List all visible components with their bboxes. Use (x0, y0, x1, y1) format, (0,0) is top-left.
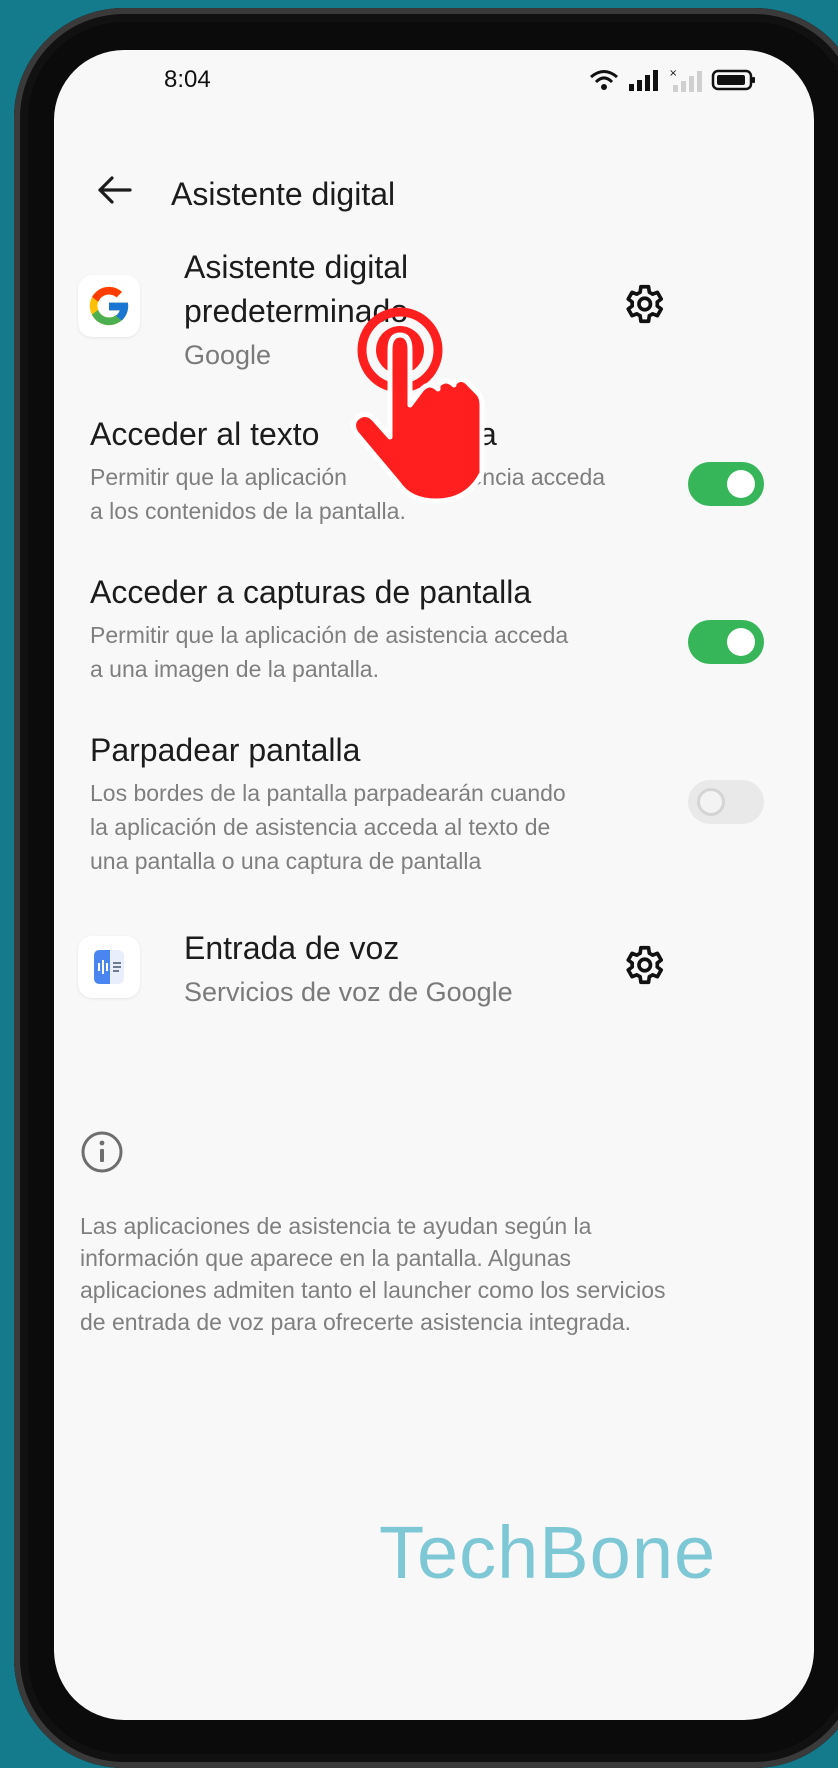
info-icon (81, 1131, 123, 1173)
access-screen-text-desc: Permitir que la aplicación sistencia acc… (90, 460, 610, 528)
default-assistant-title-line1: Asistente digital (184, 249, 409, 285)
access-screenshots-row[interactable]: Acceder a capturas de pantalla Permitir … (54, 570, 814, 690)
flash-screen-row[interactable]: Parpadear pantalla Los bordes de la pant… (54, 728, 814, 878)
status-bar: 8:04 × (54, 50, 814, 110)
footer-line2: información que aparece en la pantalla. … (80, 1245, 572, 1271)
default-assistant-row[interactable]: Asistente digital predeterminado Google (54, 235, 814, 375)
page-title: Asistente digital (171, 176, 396, 212)
flash-screen-desc-line3: una pantalla o una captura de pantalla (90, 848, 482, 874)
watermark: TechBone (379, 1511, 717, 1594)
back-arrow-icon[interactable] (94, 170, 134, 210)
voice-input-row[interactable]: Entrada de voz Servicios de voz de Googl… (54, 920, 814, 1030)
app-bar: Asistente digital (54, 150, 814, 230)
flash-screen-desc-line2: la aplicación de asistencia acceda al te… (90, 814, 551, 840)
flash-screen-title: Parpadear pantalla (90, 732, 361, 768)
toggle-knob (727, 470, 755, 498)
footer-line4: de entrada de voz para ofrecerte asisten… (80, 1309, 632, 1335)
voice-input-subtitle: Servicios de voz de Google (184, 977, 513, 1007)
voice-input-text: Entrada de voz Servicios de voz de Googl… (184, 926, 513, 1014)
access-screen-text-title: Acceder al texto alla (90, 412, 497, 456)
access-screen-text-desc-line1-left: Permitir que la aplicación (90, 464, 347, 490)
google-app-icon (78, 275, 140, 337)
screen: 8:04 × Asistente digital Asistente digit… (54, 50, 814, 1720)
access-screenshots-desc: Permitir que la aplicación de asistencia… (90, 618, 630, 686)
access-screen-text-desc-line1-right: sistencia acceda (435, 464, 606, 490)
svg-text:×: × (669, 68, 677, 79)
voice-services-icon (94, 950, 124, 984)
flash-screen-desc-line1: Los bordes de la pantalla parpadearán cu… (90, 780, 566, 806)
access-screen-text-title-left: Acceder al texto (90, 416, 320, 452)
access-screen-text-desc-line2: a los contenidos de la pantalla. (90, 498, 406, 524)
wifi-icon (590, 70, 618, 90)
default-assistant-settings-gear-icon[interactable] (620, 281, 666, 327)
access-screenshots-desc-line1: Permitir que la aplicación de asistencia… (90, 622, 569, 648)
access-screen-text-toggle[interactable] (688, 462, 764, 506)
battery-icon (711, 69, 755, 91)
toggle-knob (697, 788, 725, 816)
status-time: 8:04 (164, 66, 211, 93)
default-assistant-title-line2: predeterminado (184, 293, 409, 329)
access-screen-text-title-right: alla (447, 416, 497, 452)
default-assistant-text: Asistente digital predeterminado Google (184, 245, 408, 377)
voice-services-app-icon (78, 936, 140, 998)
signal-icon (629, 70, 658, 91)
footer-line1: Las aplicaciones de asistencia te ayudan… (80, 1213, 592, 1239)
access-screenshots-desc-line2: a una imagen de la pantalla. (90, 656, 379, 682)
footer-description: Las aplicaciones de asistencia te ayudan… (80, 1210, 740, 1338)
footer-line3: aplicaciones admiten tanto el launcher c… (80, 1277, 666, 1303)
voice-input-title: Entrada de voz (184, 930, 400, 966)
access-screen-text-row[interactable]: Acceder al texto alla Permitir que la ap… (54, 412, 814, 532)
status-icons: × (589, 64, 757, 96)
google-g-icon (89, 286, 129, 326)
flash-screen-desc: Los bordes de la pantalla parpadearán cu… (90, 776, 630, 878)
access-screenshots-title: Acceder a capturas de pantalla (90, 574, 532, 610)
flash-screen-toggle[interactable] (688, 780, 764, 824)
toggle-knob (727, 628, 755, 656)
voice-input-settings-gear-icon[interactable] (620, 942, 666, 988)
signal-no-service-icon: × (669, 68, 702, 92)
access-screenshots-toggle[interactable] (688, 620, 764, 664)
default-assistant-subtitle: Google (184, 340, 272, 370)
